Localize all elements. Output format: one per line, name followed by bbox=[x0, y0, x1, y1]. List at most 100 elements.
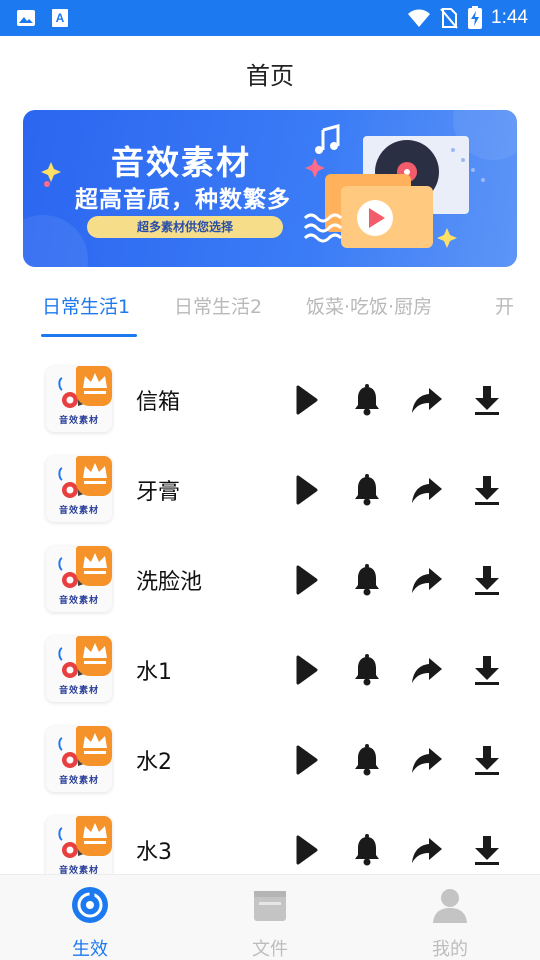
nav-files[interactable]: 文件 bbox=[210, 885, 330, 960]
status-bar: A 1:44 bbox=[0, 0, 540, 36]
play-button[interactable] bbox=[290, 562, 326, 598]
play-icon bbox=[296, 745, 318, 775]
play-button[interactable] bbox=[290, 382, 326, 418]
sound-thumbnail: 音效素材 bbox=[46, 456, 112, 522]
list-item[interactable]: 音效素材 水3 bbox=[0, 806, 540, 874]
download-button[interactable] bbox=[469, 652, 505, 688]
play-button[interactable] bbox=[290, 652, 326, 688]
list-item[interactable]: 音效素材 牙膏 bbox=[0, 446, 540, 536]
thumbnail-caption: 音效素材 bbox=[58, 686, 99, 696]
download-button[interactable] bbox=[469, 382, 505, 418]
bell-icon bbox=[355, 474, 379, 506]
share-icon bbox=[412, 748, 442, 773]
sound-list: 音效素材 信箱 音效素材 牙膏 音效素材 洗脸池 音效素材 水1 音效素材 水2 音效素材 水3 bbox=[0, 356, 540, 874]
bell-icon bbox=[355, 744, 379, 776]
banner-pill: 超多素材供您选择 bbox=[87, 216, 283, 238]
thumbnail-caption: 音效素材 bbox=[58, 596, 99, 606]
share-button[interactable] bbox=[409, 652, 445, 688]
sound-thumbnail: 音效素材 bbox=[46, 816, 112, 874]
crown-badge-icon bbox=[76, 456, 112, 496]
download-icon bbox=[475, 836, 499, 865]
crown-badge-icon bbox=[76, 366, 112, 406]
set-ringtone-button[interactable] bbox=[349, 382, 385, 418]
set-ringtone-button[interactable] bbox=[349, 832, 385, 868]
nav-effects-label: 生效 bbox=[72, 939, 108, 960]
tab-next[interactable]: 开 bbox=[495, 292, 514, 319]
share-button[interactable] bbox=[409, 832, 445, 868]
list-item[interactable]: 音效素材 信箱 bbox=[0, 356, 540, 446]
play-icon bbox=[296, 565, 318, 595]
set-ringtone-button[interactable] bbox=[349, 562, 385, 598]
nav-profile-label: 我的 bbox=[432, 939, 468, 960]
tab-daily-life-2[interactable]: 日常生活2 bbox=[174, 292, 262, 319]
share-button[interactable] bbox=[409, 472, 445, 508]
play-button[interactable] bbox=[290, 472, 326, 508]
status-left-icons: A bbox=[16, 8, 70, 28]
folder-icon bbox=[254, 891, 286, 921]
sound-thumbnail: 音效素材 bbox=[46, 726, 112, 792]
download-button[interactable] bbox=[469, 832, 505, 868]
bell-icon bbox=[355, 564, 379, 596]
disc-icon bbox=[72, 887, 108, 923]
promo-banner[interactable]: 音效素材 超高音质，种数繁多 超多素材供您选择 bbox=[23, 110, 517, 267]
tab-food-kitchen[interactable]: 饭菜·吃饭·厨房 bbox=[306, 292, 432, 319]
banner-title: 音效素材 bbox=[111, 143, 251, 182]
list-item[interactable]: 音效素材 水2 bbox=[0, 716, 540, 806]
play-icon bbox=[296, 385, 318, 415]
sound-title: 水3 bbox=[136, 840, 172, 865]
svg-text:A: A bbox=[56, 11, 65, 25]
play-button[interactable] bbox=[290, 832, 326, 868]
crown-badge-icon bbox=[76, 636, 112, 676]
sound-thumbnail: 音效素材 bbox=[46, 546, 112, 612]
sound-title: 水1 bbox=[136, 660, 172, 685]
crown-badge-icon bbox=[76, 726, 112, 766]
play-icon bbox=[296, 835, 318, 865]
download-icon bbox=[475, 386, 499, 415]
image-icon bbox=[17, 10, 35, 26]
tab-daily-life-1[interactable]: 日常生活1 bbox=[42, 292, 130, 319]
share-icon bbox=[412, 838, 442, 863]
play-icon bbox=[296, 655, 318, 685]
sound-title: 水2 bbox=[136, 750, 172, 775]
download-icon bbox=[475, 746, 499, 775]
thumbnail-caption: 音效素材 bbox=[58, 506, 99, 516]
set-ringtone-button[interactable] bbox=[349, 742, 385, 778]
nav-effects[interactable]: 生效 bbox=[30, 885, 150, 960]
page-title: 首页 bbox=[246, 61, 294, 90]
share-icon bbox=[412, 658, 442, 683]
sound-title: 洗脸池 bbox=[136, 570, 203, 595]
download-icon bbox=[475, 566, 499, 595]
thumbnail-caption: 音效素材 bbox=[58, 416, 99, 426]
share-button[interactable] bbox=[409, 382, 445, 418]
sound-thumbnail: 音效素材 bbox=[46, 366, 112, 432]
share-icon bbox=[412, 568, 442, 593]
share-icon bbox=[412, 388, 442, 413]
crown-badge-icon bbox=[76, 546, 112, 586]
play-button[interactable] bbox=[290, 742, 326, 778]
font-a-icon: A bbox=[52, 9, 68, 27]
set-ringtone-button[interactable] bbox=[349, 652, 385, 688]
nav-files-label: 文件 bbox=[252, 939, 288, 960]
banner-subtitle: 超高音质，种数繁多 bbox=[75, 187, 291, 213]
share-button[interactable] bbox=[409, 742, 445, 778]
bottom-nav: 生效 文件 我的 bbox=[0, 874, 540, 960]
active-tab-indicator bbox=[41, 334, 137, 337]
list-item[interactable]: 音效素材 水1 bbox=[0, 626, 540, 716]
status-right-icons: 1:44 bbox=[407, 5, 528, 31]
bell-icon bbox=[355, 834, 379, 866]
download-button[interactable] bbox=[469, 562, 505, 598]
share-button[interactable] bbox=[409, 562, 445, 598]
set-ringtone-button[interactable] bbox=[349, 472, 385, 508]
sound-title: 信箱 bbox=[136, 390, 181, 415]
no-sim-icon bbox=[440, 8, 458, 29]
status-time: 1:44 bbox=[491, 7, 528, 28]
user-icon bbox=[433, 889, 467, 923]
download-button[interactable] bbox=[469, 472, 505, 508]
download-icon bbox=[475, 656, 499, 685]
thumbnail-caption: 音效素材 bbox=[58, 776, 99, 786]
list-item[interactable]: 音效素材 洗脸池 bbox=[0, 536, 540, 626]
bell-icon bbox=[355, 654, 379, 686]
play-icon bbox=[296, 475, 318, 505]
download-button[interactable] bbox=[469, 742, 505, 778]
nav-profile[interactable]: 我的 bbox=[390, 885, 510, 960]
